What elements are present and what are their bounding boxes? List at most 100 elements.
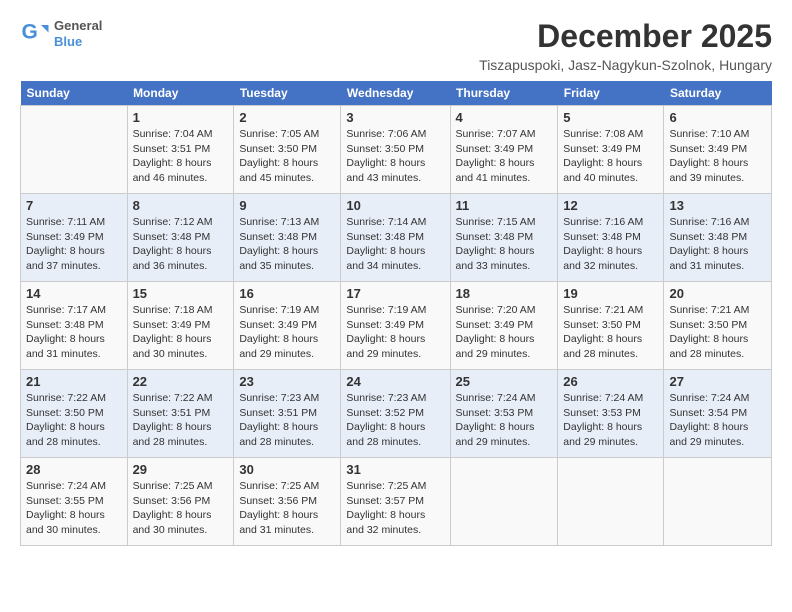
svg-text:G: G: [22, 20, 38, 43]
calendar-header-monday: Monday: [127, 81, 234, 106]
day-number: 3: [346, 110, 444, 125]
calendar-cell: 14 Sunrise: 7:17 AMSunset: 3:48 PMDayligh…: [21, 282, 128, 370]
day-number: 6: [669, 110, 766, 125]
day-number: 22: [133, 374, 229, 389]
day-detail: Sunrise: 7:05 AMSunset: 3:50 PMDaylight:…: [239, 127, 335, 186]
calendar-cell: [21, 106, 128, 194]
calendar-cell: 7 Sunrise: 7:11 AMSunset: 3:49 PMDaylight…: [21, 194, 128, 282]
day-detail: Sunrise: 7:25 AMSunset: 3:56 PMDaylight:…: [239, 479, 335, 538]
calendar-cell: 1 Sunrise: 7:04 AMSunset: 3:51 PMDaylight…: [127, 106, 234, 194]
day-number: 14: [26, 286, 122, 301]
day-detail: Sunrise: 7:25 AMSunset: 3:56 PMDaylight:…: [133, 479, 229, 538]
day-detail: Sunrise: 7:17 AMSunset: 3:48 PMDaylight:…: [26, 303, 122, 362]
day-number: 31: [346, 462, 444, 477]
calendar-week-row: 7 Sunrise: 7:11 AMSunset: 3:49 PMDaylight…: [21, 194, 772, 282]
calendar-cell: 28Sunrise: 7:24 AMSunset: 3:55 PMDayligh…: [21, 458, 128, 546]
day-detail: Sunrise: 7:20 AMSunset: 3:49 PMDaylight:…: [456, 303, 553, 362]
calendar-cell: 2 Sunrise: 7:05 AMSunset: 3:50 PMDaylight…: [234, 106, 341, 194]
calendar-cell: 15 Sunrise: 7:18 AMSunset: 3:49 PMDayligh…: [127, 282, 234, 370]
day-number: 18: [456, 286, 553, 301]
day-detail: Sunrise: 7:24 AMSunset: 3:54 PMDaylight:…: [669, 391, 766, 450]
calendar-cell: 9 Sunrise: 7:13 AMSunset: 3:48 PMDaylight…: [234, 194, 341, 282]
calendar-table: SundayMondayTuesdayWednesdayThursdayFrid…: [20, 81, 772, 546]
day-detail: Sunrise: 7:24 AMSunset: 3:53 PMDaylight:…: [456, 391, 553, 450]
day-detail: Sunrise: 7:14 AMSunset: 3:48 PMDaylight:…: [346, 215, 444, 274]
calendar-cell: 19 Sunrise: 7:21 AMSunset: 3:50 PMDayligh…: [558, 282, 664, 370]
calendar-week-row: 1 Sunrise: 7:04 AMSunset: 3:51 PMDaylight…: [21, 106, 772, 194]
day-detail: Sunrise: 7:19 AMSunset: 3:49 PMDaylight:…: [239, 303, 335, 362]
day-detail: Sunrise: 7:21 AMSunset: 3:50 PMDaylight:…: [563, 303, 658, 362]
title-section: December 2025 Tiszapuspoki, Jasz-Nagykun…: [479, 18, 772, 73]
month-title: December 2025: [479, 18, 772, 55]
day-detail: Sunrise: 7:11 AMSunset: 3:49 PMDaylight:…: [26, 215, 122, 274]
logo-general-text: General: [54, 18, 102, 34]
day-number: 2: [239, 110, 335, 125]
day-detail: Sunrise: 7:22 AMSunset: 3:50 PMDaylight:…: [26, 391, 122, 450]
day-number: 4: [456, 110, 553, 125]
calendar-header-thursday: Thursday: [450, 81, 558, 106]
day-number: 26: [563, 374, 658, 389]
calendar-header-saturday: Saturday: [664, 81, 772, 106]
logo-blue-text: Blue: [54, 34, 102, 50]
day-detail: Sunrise: 7:22 AMSunset: 3:51 PMDaylight:…: [133, 391, 229, 450]
calendar-cell: 20Sunrise: 7:21 AMSunset: 3:50 PMDayligh…: [664, 282, 772, 370]
day-detail: Sunrise: 7:04 AMSunset: 3:51 PMDaylight:…: [133, 127, 229, 186]
day-detail: Sunrise: 7:06 AMSunset: 3:50 PMDaylight:…: [346, 127, 444, 186]
day-number: 16: [239, 286, 335, 301]
calendar-cell: 31Sunrise: 7:25 AMSunset: 3:57 PMDayligh…: [341, 458, 450, 546]
calendar-cell: 17 Sunrise: 7:19 AMSunset: 3:49 PMDayligh…: [341, 282, 450, 370]
day-number: 9: [239, 198, 335, 213]
day-detail: Sunrise: 7:19 AMSunset: 3:49 PMDaylight:…: [346, 303, 444, 362]
day-number: 17: [346, 286, 444, 301]
calendar-cell: 10 Sunrise: 7:14 AMSunset: 3:48 PMDayligh…: [341, 194, 450, 282]
day-detail: Sunrise: 7:18 AMSunset: 3:49 PMDaylight:…: [133, 303, 229, 362]
day-number: 25: [456, 374, 553, 389]
day-number: 15: [133, 286, 229, 301]
calendar-cell: [558, 458, 664, 546]
calendar-week-row: 14 Sunrise: 7:17 AMSunset: 3:48 PMDayligh…: [21, 282, 772, 370]
day-number: 21: [26, 374, 122, 389]
calendar-header-tuesday: Tuesday: [234, 81, 341, 106]
calendar-cell: 23Sunrise: 7:23 AMSunset: 3:51 PMDayligh…: [234, 370, 341, 458]
calendar-cell: 25 Sunrise: 7:24 AMSunset: 3:53 PMDayligh…: [450, 370, 558, 458]
day-detail: Sunrise: 7:23 AMSunset: 3:52 PMDaylight:…: [346, 391, 444, 450]
calendar-cell: 8Sunrise: 7:12 AMSunset: 3:48 PMDaylight…: [127, 194, 234, 282]
day-number: 28: [26, 462, 122, 477]
day-detail: Sunrise: 7:12 AMSunset: 3:48 PMDaylight:…: [133, 215, 229, 274]
day-detail: Sunrise: 7:08 AMSunset: 3:49 PMDaylight:…: [563, 127, 658, 186]
calendar-cell: 13 Sunrise: 7:16 AMSunset: 3:48 PMDayligh…: [664, 194, 772, 282]
calendar-cell: 3 Sunrise: 7:06 AMSunset: 3:50 PMDaylight…: [341, 106, 450, 194]
calendar-cell: 24Sunrise: 7:23 AMSunset: 3:52 PMDayligh…: [341, 370, 450, 458]
calendar-cell: 4 Sunrise: 7:07 AMSunset: 3:49 PMDaylight…: [450, 106, 558, 194]
day-detail: Sunrise: 7:13 AMSunset: 3:48 PMDaylight:…: [239, 215, 335, 274]
calendar-cell: 12Sunrise: 7:16 AMSunset: 3:48 PMDayligh…: [558, 194, 664, 282]
calendar-cell: 29 Sunrise: 7:25 AMSunset: 3:56 PMDayligh…: [127, 458, 234, 546]
calendar-cell: 22 Sunrise: 7:22 AMSunset: 3:51 PMDayligh…: [127, 370, 234, 458]
calendar-cell: 16 Sunrise: 7:19 AMSunset: 3:49 PMDayligh…: [234, 282, 341, 370]
day-number: 1: [133, 110, 229, 125]
day-number: 29: [133, 462, 229, 477]
day-number: 10: [346, 198, 444, 213]
calendar-cell: 6 Sunrise: 7:10 AMSunset: 3:49 PMDaylight…: [664, 106, 772, 194]
day-detail: Sunrise: 7:16 AMSunset: 3:48 PMDaylight:…: [669, 215, 766, 274]
calendar-header-friday: Friday: [558, 81, 664, 106]
logo: G General Blue: [20, 18, 102, 49]
day-number: 7: [26, 198, 122, 213]
calendar-cell: 18 Sunrise: 7:20 AMSunset: 3:49 PMDayligh…: [450, 282, 558, 370]
calendar-cell: 11Sunrise: 7:15 AMSunset: 3:48 PMDayligh…: [450, 194, 558, 282]
calendar-cell: 5 Sunrise: 7:08 AMSunset: 3:49 PMDaylight…: [558, 106, 664, 194]
day-detail: Sunrise: 7:10 AMSunset: 3:49 PMDaylight:…: [669, 127, 766, 186]
calendar-cell: [664, 458, 772, 546]
day-number: 12: [563, 198, 658, 213]
day-number: 11: [456, 198, 553, 213]
day-number: 5: [563, 110, 658, 125]
day-number: 20: [669, 286, 766, 301]
day-detail: Sunrise: 7:24 AMSunset: 3:53 PMDaylight:…: [563, 391, 658, 450]
day-number: 19: [563, 286, 658, 301]
day-number: 13: [669, 198, 766, 213]
location-title: Tiszapuspoki, Jasz-Nagykun-Szolnok, Hung…: [479, 57, 772, 73]
day-detail: Sunrise: 7:07 AMSunset: 3:49 PMDaylight:…: [456, 127, 553, 186]
calendar-cell: 26 Sunrise: 7:24 AMSunset: 3:53 PMDayligh…: [558, 370, 664, 458]
calendar-week-row: 21 Sunrise: 7:22 AMSunset: 3:50 PMDayligh…: [21, 370, 772, 458]
day-detail: Sunrise: 7:23 AMSunset: 3:51 PMDaylight:…: [239, 391, 335, 450]
